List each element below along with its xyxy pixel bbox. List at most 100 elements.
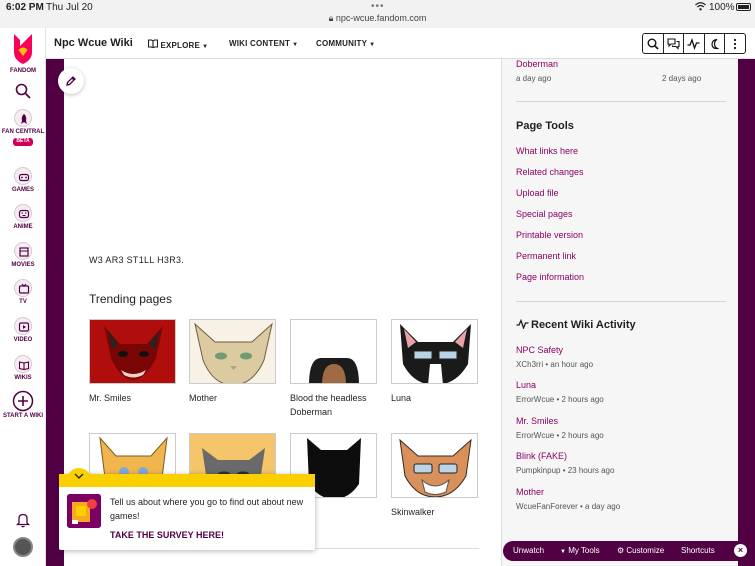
tool-what-links-here[interactable]: What links here [516, 146, 578, 156]
unwatch-button[interactable]: Unwatch [513, 546, 544, 555]
trending-card-label: Blood the headless Doberman [290, 393, 367, 417]
rocket-icon [14, 109, 32, 127]
anime-face-icon [14, 204, 32, 222]
address-bar[interactable]: 🔒︎ npc-wcue.fandom.com [0, 13, 755, 24]
survey-popup: Tell us about where you go to find out a… [59, 468, 315, 550]
battery-percent: 100% [709, 2, 735, 13]
recent-activity-title: Recent Wiki Activity [531, 319, 636, 331]
trending-thumbnail [391, 433, 478, 498]
customize-label: Customize [626, 546, 665, 555]
nav-wiki-content[interactable]: WIKI CONTENT ▼ [229, 39, 298, 48]
wiki-tools-group [642, 33, 746, 54]
rail-anime[interactable]: ANIME [0, 204, 46, 231]
section-divider [516, 301, 726, 302]
user-avatar-button[interactable] [0, 537, 46, 557]
fandom-heart-icon [14, 34, 32, 64]
activity-link[interactable]: NPC Safety [516, 345, 563, 355]
activity-link-doberman[interactable]: Doberman [516, 59, 558, 69]
activity-link[interactable]: Luna [516, 380, 536, 390]
rail-video[interactable]: VIDEO [0, 317, 46, 344]
fandom-logo-label: FANDOM [10, 68, 36, 74]
rail-tv[interactable]: TV [0, 279, 46, 306]
customize-button[interactable]: ⚙ Customize [617, 546, 664, 555]
start-wiki-label: START A WIKI [2, 413, 44, 419]
clock: 6:02 PM [6, 2, 44, 13]
activity-link[interactable]: Blink (FAKE) [516, 451, 567, 461]
activity-icon [687, 37, 700, 50]
activity-link[interactable]: Mother [516, 487, 544, 497]
nav-explore-label: EXPLORE [160, 41, 201, 50]
trending-card-label: Mr. Smiles [89, 393, 132, 403]
device-status-bar: 6:02 PM Thu Jul 20 ••• 🔒︎ npc-wcue.fando… [0, 0, 755, 28]
my-tools-button[interactable]: ▼ My Tools [560, 546, 600, 555]
discussions-button[interactable] [664, 34, 685, 53]
wiki-name[interactable]: Npc Wcue Wiki [54, 37, 133, 49]
rail-movies[interactable]: MOVIES [0, 242, 46, 269]
tool-special-pages[interactable]: Special pages [516, 209, 573, 219]
trending-card-label: Skinwalker [391, 507, 435, 517]
rail-fan-central[interactable]: FAN CENTRAL BETA [0, 109, 46, 146]
close-icon[interactable]: × [734, 544, 747, 557]
nav-community-label: COMMUNITY [316, 39, 368, 48]
fandom-global-nav: FANDOM FAN CENTRAL BETA GAMES ANIME MOVI… [0, 28, 46, 566]
search-button[interactable] [643, 34, 664, 53]
avatar [13, 537, 33, 557]
gamepad-icon [14, 167, 32, 185]
activity-meta: ErrorWcue • 2 hours ago [516, 431, 604, 440]
trending-card-mr-smiles[interactable]: Mr. Smiles [89, 319, 176, 406]
rail-wikis[interactable]: WIKIS [0, 355, 46, 382]
nav-explore[interactable]: EXPLORE ▼ [147, 39, 209, 50]
more-button[interactable] [725, 34, 745, 53]
plus-circle-icon [12, 390, 34, 412]
tool-permanent-link[interactable]: Permanent link [516, 251, 576, 261]
trending-thumbnail [189, 319, 276, 384]
chevron-down-icon [74, 473, 84, 479]
nav-community[interactable]: COMMUNITY ▼ [316, 39, 375, 48]
recent-activity-heading: Recent Wiki Activity [516, 318, 636, 331]
multitask-dots[interactable]: ••• [371, 1, 385, 12]
activity-meta: XCh3rri • an hour ago [516, 360, 594, 369]
beta-badge: BETA [13, 137, 33, 146]
fandom-logo[interactable]: FANDOM [0, 32, 46, 75]
chevron-down-icon: ▼ [560, 549, 566, 555]
wiki-background-right [738, 59, 755, 566]
tv-label: TV [19, 299, 27, 305]
take-survey-link[interactable]: TAKE THE SURVEY HERE! [110, 530, 224, 540]
lock-icon: 🔒︎ [328, 13, 334, 23]
rail-start-wiki[interactable]: START A WIKI [0, 390, 46, 420]
dark-mode-button[interactable] [705, 34, 726, 53]
trending-thumbnail [290, 319, 377, 384]
activity-meta: a day ago [516, 74, 552, 83]
tool-related-changes[interactable]: Related changes [516, 167, 584, 177]
activity-icon [516, 318, 529, 330]
tool-page-information[interactable]: Page information [516, 272, 584, 282]
edit-button[interactable] [58, 68, 84, 94]
trending-card-blood-the-headless-doberman[interactable]: Blood the headless Doberman [290, 319, 377, 420]
anime-label: ANIME [13, 224, 33, 230]
search-icon [15, 83, 31, 99]
trending-card-skinwalker[interactable]: Skinwalker [391, 433, 478, 520]
rail-games[interactable]: GAMES [0, 167, 46, 194]
survey-message: Tell us about where you go to find out a… [110, 497, 304, 521]
right-rail: Doberman a day ago 2 days ago Page Tools… [501, 59, 738, 566]
activity-meta: Pumpkinpup • 23 hours ago [516, 466, 615, 475]
trending-card-mother[interactable]: Mother [189, 319, 276, 406]
tool-printable-version[interactable]: Printable version [516, 230, 583, 240]
more-vertical-icon [734, 38, 737, 49]
rail-search[interactable] [0, 83, 46, 99]
notifications-button[interactable] [0, 512, 46, 528]
chevron-down-icon: ▼ [202, 44, 209, 50]
survey-header-bar [59, 474, 315, 487]
gear-icon: ⚙ [617, 546, 625, 555]
trending-thumbnail [391, 319, 478, 384]
date: Thu Jul 20 [46, 2, 93, 13]
article-body-text: W3 AR3 ST1LL H3R3. [89, 255, 185, 265]
shortcuts-button[interactable]: Shortcuts [681, 546, 715, 555]
tool-upload-file[interactable]: Upload file [516, 188, 559, 198]
battery-icon [736, 3, 751, 11]
bell-icon [16, 513, 30, 528]
trending-card-luna[interactable]: Luna [391, 319, 478, 406]
activity-link[interactable]: Mr. Smiles [516, 416, 558, 426]
wikis-label: WIKIS [14, 375, 32, 381]
recent-activity-button[interactable] [684, 34, 705, 53]
